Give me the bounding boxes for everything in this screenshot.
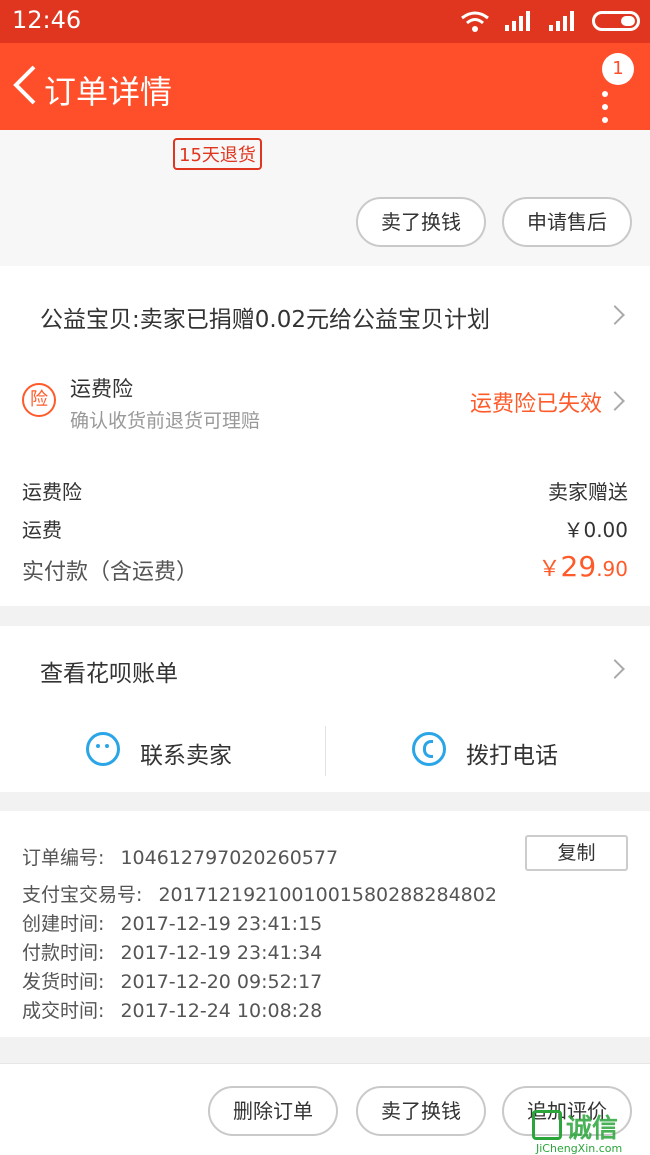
signal-icon-2 — [549, 11, 574, 31]
total-integer: 29 — [560, 550, 597, 583]
insurance-title: 运费险 — [70, 377, 133, 401]
insurance-subtitle: 确认收货前退货可理赔 — [70, 410, 261, 432]
nav-bar: 订单详情 1 — [0, 43, 650, 130]
status-time: 12:46 — [12, 6, 82, 34]
battery-icon — [592, 11, 640, 31]
info-row: 成交时间: 2017-12-24 10:08:28 — [22, 996, 322, 1023]
paid-time: 2017-12-19 23:41:34 — [120, 942, 323, 964]
delete-order-button[interactable]: 删除订单 — [208, 1086, 338, 1136]
total-decimal: .90 — [596, 557, 628, 581]
completed-time: 2017-12-24 10:08:28 — [120, 1000, 323, 1022]
back-arrow-icon[interactable] — [10, 63, 42, 107]
shipped-time: 2017-12-20 09:52:17 — [120, 971, 323, 993]
fee-label: 运费 — [22, 518, 62, 542]
status-icons — [460, 10, 640, 32]
watermark-text: 诚信 — [566, 1114, 619, 1144]
watermark-icon — [532, 1110, 562, 1140]
info-label: 成交时间: — [22, 1000, 105, 1022]
total-currency: ￥ — [538, 557, 561, 582]
total-amount: ￥29.90 — [539, 550, 628, 583]
fee-value: 卖家赠送 — [548, 480, 628, 504]
sell-button[interactable]: 卖了换钱 — [356, 1086, 486, 1136]
info-row: 订单编号: 104612797020260577 — [22, 843, 338, 870]
sell-button[interactable]: 卖了换钱 — [356, 197, 486, 247]
watermark-logo: 诚信 JiChengXin.com — [532, 1108, 644, 1155]
watermark-subtext: JiChengXin.com — [536, 1142, 623, 1155]
info-label: 创建时间: — [22, 913, 105, 935]
info-row: 发货时间: 2017-12-20 09:52:17 — [22, 967, 322, 994]
status-bar: 12:46 — [0, 0, 650, 43]
total-label: 实付款（含运费） — [22, 560, 199, 585]
signal-icon — [505, 11, 530, 31]
charity-text[interactable]: 公益宝贝:卖家已捐赠0.02元给公益宝贝计划 — [40, 300, 490, 334]
chevron-right-icon — [605, 391, 625, 411]
order-number: 104612797020260577 — [120, 847, 339, 869]
fee-value: ￥0.00 — [563, 518, 628, 542]
product-card: 15天退货 卖了换钱 申请售后 — [0, 130, 650, 266]
insurance-icon: 险 — [22, 383, 56, 417]
info-label: 订单编号: — [22, 847, 105, 869]
copy-button[interactable]: 复制 — [525, 835, 628, 871]
info-row: 付款时间: 2017-12-19 23:41:34 — [22, 938, 322, 965]
return-policy-tag: 15天退货 — [173, 138, 262, 170]
info-label: 付款时间: — [22, 942, 105, 964]
fee-label: 运费险 — [22, 480, 82, 504]
order-info-card: 复制 订单编号: 104612797020260577 支付宝交易号: 2017… — [0, 811, 650, 1037]
call-phone-button[interactable]: 拨打电话 — [326, 724, 650, 780]
huabei-bill-link[interactable]: 查看花呗账单 — [40, 654, 178, 688]
chevron-right-icon — [605, 305, 625, 325]
info-label: 发货时间: — [22, 971, 105, 993]
alipay-trade-number: 2017121921001001580288284802 — [158, 884, 497, 906]
phone-icon — [412, 732, 446, 766]
info-row: 创建时间: 2017-12-19 23:41:15 — [22, 909, 322, 936]
chat-icon — [86, 732, 120, 766]
page-title: 订单详情 — [44, 73, 173, 111]
order-summary-card: 公益宝贝:卖家已捐赠0.02元给公益宝贝计划 险 运费险 确认收货前退货可理赔 … — [0, 266, 650, 606]
after-sale-button[interactable]: 申请售后 — [502, 197, 632, 247]
contact-seller-label: 联系卖家 — [140, 743, 232, 769]
chevron-right-icon — [605, 659, 625, 679]
created-time: 2017-12-19 23:41:15 — [120, 913, 323, 935]
more-menu-icon[interactable] — [602, 91, 610, 130]
call-phone-label: 拨打电话 — [466, 743, 558, 769]
notification-badge[interactable]: 1 — [602, 53, 634, 85]
insurance-status[interactable]: 运费险已失效 — [470, 386, 602, 418]
contact-seller-button[interactable]: 联系卖家 — [0, 724, 325, 780]
service-card: 查看花呗账单 联系卖家 拨打电话 — [0, 626, 650, 792]
info-label: 支付宝交易号: — [22, 884, 143, 906]
info-row: 支付宝交易号: 2017121921001001580288284802 — [22, 880, 497, 907]
wifi-icon — [461, 11, 489, 32]
